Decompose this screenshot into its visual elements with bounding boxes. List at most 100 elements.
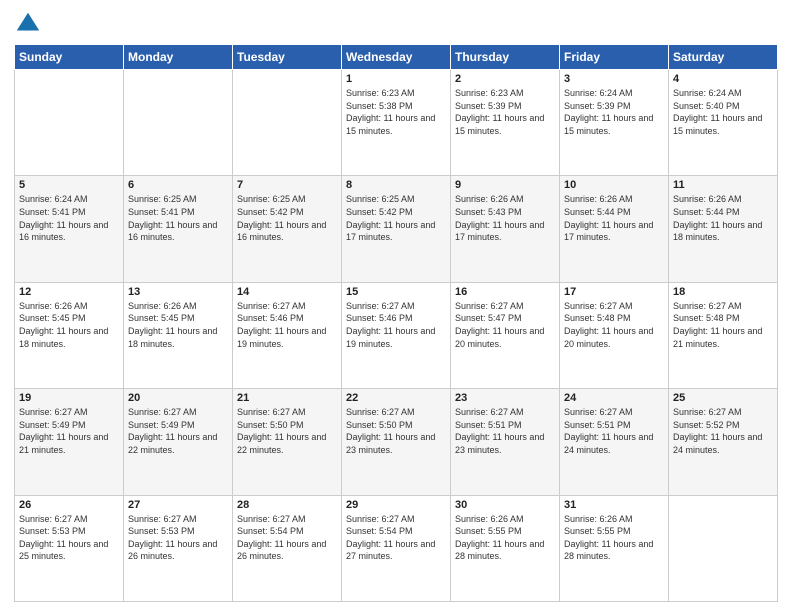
day-info: Sunrise: 6:23 AM Sunset: 5:39 PM Dayligh… (455, 87, 555, 137)
day-number: 6 (128, 179, 228, 191)
day-info: Sunrise: 6:24 AM Sunset: 5:41 PM Dayligh… (19, 193, 119, 243)
calendar-cell: 21 Sunrise: 6:27 AM Sunset: 5:50 PM Dayli… (233, 389, 342, 495)
day-info: Sunrise: 6:27 AM Sunset: 5:49 PM Dayligh… (128, 406, 228, 456)
day-number: 2 (455, 73, 555, 85)
day-info: Sunrise: 6:24 AM Sunset: 5:39 PM Dayligh… (564, 87, 664, 137)
calendar-cell: 26 Sunrise: 6:27 AM Sunset: 5:53 PM Dayli… (15, 495, 124, 601)
day-number: 17 (564, 286, 664, 298)
day-info: Sunrise: 6:25 AM Sunset: 5:42 PM Dayligh… (237, 193, 337, 243)
day-info: Sunrise: 6:27 AM Sunset: 5:51 PM Dayligh… (455, 406, 555, 456)
page: SundayMondayTuesdayWednesdayThursdayFrid… (0, 0, 792, 612)
calendar-week-3: 12 Sunrise: 6:26 AM Sunset: 5:45 PM Dayli… (15, 282, 778, 388)
calendar-cell: 6 Sunrise: 6:25 AM Sunset: 5:41 PM Daylig… (124, 176, 233, 282)
day-info: Sunrise: 6:25 AM Sunset: 5:41 PM Dayligh… (128, 193, 228, 243)
weekday-header-thursday: Thursday (451, 45, 560, 70)
day-info: Sunrise: 6:27 AM Sunset: 5:46 PM Dayligh… (237, 300, 337, 350)
calendar-table: SundayMondayTuesdayWednesdayThursdayFrid… (14, 44, 778, 602)
weekday-header-sunday: Sunday (15, 45, 124, 70)
calendar-cell (669, 495, 778, 601)
calendar-cell: 8 Sunrise: 6:25 AM Sunset: 5:42 PM Daylig… (342, 176, 451, 282)
day-info: Sunrise: 6:27 AM Sunset: 5:51 PM Dayligh… (564, 406, 664, 456)
day-number: 24 (564, 392, 664, 404)
calendar-cell: 15 Sunrise: 6:27 AM Sunset: 5:46 PM Dayli… (342, 282, 451, 388)
day-info: Sunrise: 6:27 AM Sunset: 5:54 PM Dayligh… (237, 513, 337, 563)
day-number: 31 (564, 499, 664, 511)
calendar-cell: 4 Sunrise: 6:24 AM Sunset: 5:40 PM Daylig… (669, 70, 778, 176)
calendar-cell: 7 Sunrise: 6:25 AM Sunset: 5:42 PM Daylig… (233, 176, 342, 282)
calendar-cell: 22Sunrise: 6:27 AM Sunset: 5:50 PM Dayli… (342, 389, 451, 495)
calendar-cell: 2 Sunrise: 6:23 AM Sunset: 5:39 PM Daylig… (451, 70, 560, 176)
weekday-header-wednesday: Wednesday (342, 45, 451, 70)
day-number: 26 (19, 499, 119, 511)
day-info: Sunrise: 6:26 AM Sunset: 5:55 PM Dayligh… (455, 513, 555, 563)
day-number: 19 (19, 392, 119, 404)
calendar-week-4: 19 Sunrise: 6:27 AM Sunset: 5:49 PM Dayli… (15, 389, 778, 495)
weekday-header-row: SundayMondayTuesdayWednesdayThursdayFrid… (15, 45, 778, 70)
day-number: 12 (19, 286, 119, 298)
calendar-cell: 29 Sunrise: 6:27 AM Sunset: 5:54 PM Dayli… (342, 495, 451, 601)
day-info: Sunrise: 6:27 AM Sunset: 5:47 PM Dayligh… (455, 300, 555, 350)
day-info: Sunrise: 6:27 AM Sunset: 5:48 PM Dayligh… (673, 300, 773, 350)
calendar-cell: 12 Sunrise: 6:26 AM Sunset: 5:45 PM Dayli… (15, 282, 124, 388)
day-number: 16 (455, 286, 555, 298)
day-number: 25 (673, 392, 773, 404)
day-info: Sunrise: 6:27 AM Sunset: 5:50 PM Dayligh… (237, 406, 337, 456)
day-number: 4 (673, 73, 773, 85)
calendar-cell: 11Sunrise: 6:26 AM Sunset: 5:44 PM Dayli… (669, 176, 778, 282)
day-number: 29 (346, 499, 446, 511)
calendar-cell: 1Sunrise: 6:23 AM Sunset: 5:38 PM Daylig… (342, 70, 451, 176)
calendar-cell: 23 Sunrise: 6:27 AM Sunset: 5:51 PM Dayli… (451, 389, 560, 495)
calendar-cell: 19 Sunrise: 6:27 AM Sunset: 5:49 PM Dayli… (15, 389, 124, 495)
calendar-cell: 14Sunrise: 6:27 AM Sunset: 5:46 PM Dayli… (233, 282, 342, 388)
day-number: 1 (346, 73, 446, 85)
day-info: Sunrise: 6:26 AM Sunset: 5:45 PM Dayligh… (19, 300, 119, 350)
day-info: Sunrise: 6:27 AM Sunset: 5:54 PM Dayligh… (346, 513, 446, 563)
calendar-week-5: 26 Sunrise: 6:27 AM Sunset: 5:53 PM Dayli… (15, 495, 778, 601)
calendar-cell: 17 Sunrise: 6:27 AM Sunset: 5:48 PM Dayli… (560, 282, 669, 388)
day-number: 7 (237, 179, 337, 191)
day-info: Sunrise: 6:27 AM Sunset: 5:52 PM Dayligh… (673, 406, 773, 456)
day-number: 21 (237, 392, 337, 404)
day-number: 15 (346, 286, 446, 298)
logo-icon (14, 10, 42, 38)
calendar-cell (233, 70, 342, 176)
day-number: 3 (564, 73, 664, 85)
calendar-cell: 27 Sunrise: 6:27 AM Sunset: 5:53 PM Dayli… (124, 495, 233, 601)
logo (14, 10, 46, 38)
calendar-cell: 28 Sunrise: 6:27 AM Sunset: 5:54 PM Dayli… (233, 495, 342, 601)
day-info: Sunrise: 6:27 AM Sunset: 5:53 PM Dayligh… (19, 513, 119, 563)
day-info: Sunrise: 6:26 AM Sunset: 5:45 PM Dayligh… (128, 300, 228, 350)
calendar-cell: 30Sunrise: 6:26 AM Sunset: 5:55 PM Dayli… (451, 495, 560, 601)
day-number: 23 (455, 392, 555, 404)
day-info: Sunrise: 6:26 AM Sunset: 5:44 PM Dayligh… (564, 193, 664, 243)
day-info: Sunrise: 6:26 AM Sunset: 5:55 PM Dayligh… (564, 513, 664, 563)
day-number: 9 (455, 179, 555, 191)
day-number: 18 (673, 286, 773, 298)
day-number: 8 (346, 179, 446, 191)
calendar-cell (15, 70, 124, 176)
calendar-cell (124, 70, 233, 176)
day-number: 22 (346, 392, 446, 404)
day-number: 20 (128, 392, 228, 404)
header (14, 10, 778, 38)
calendar-cell: 20 Sunrise: 6:27 AM Sunset: 5:49 PM Dayli… (124, 389, 233, 495)
weekday-header-saturday: Saturday (669, 45, 778, 70)
calendar-cell: 5Sunrise: 6:24 AM Sunset: 5:41 PM Daylig… (15, 176, 124, 282)
day-info: Sunrise: 6:27 AM Sunset: 5:49 PM Dayligh… (19, 406, 119, 456)
day-info: Sunrise: 6:24 AM Sunset: 5:40 PM Dayligh… (673, 87, 773, 137)
day-info: Sunrise: 6:27 AM Sunset: 5:53 PM Dayligh… (128, 513, 228, 563)
calendar-week-2: 5Sunrise: 6:24 AM Sunset: 5:41 PM Daylig… (15, 176, 778, 282)
calendar-cell: 9Sunrise: 6:26 AM Sunset: 5:43 PM Daylig… (451, 176, 560, 282)
day-info: Sunrise: 6:27 AM Sunset: 5:46 PM Dayligh… (346, 300, 446, 350)
calendar-cell: 18 Sunrise: 6:27 AM Sunset: 5:48 PM Dayli… (669, 282, 778, 388)
calendar-cell: 31 Sunrise: 6:26 AM Sunset: 5:55 PM Dayli… (560, 495, 669, 601)
day-number: 28 (237, 499, 337, 511)
day-info: Sunrise: 6:25 AM Sunset: 5:42 PM Dayligh… (346, 193, 446, 243)
calendar-cell: 16 Sunrise: 6:27 AM Sunset: 5:47 PM Dayli… (451, 282, 560, 388)
weekday-header-tuesday: Tuesday (233, 45, 342, 70)
day-info: Sunrise: 6:27 AM Sunset: 5:48 PM Dayligh… (564, 300, 664, 350)
weekday-header-monday: Monday (124, 45, 233, 70)
day-number: 10 (564, 179, 664, 191)
day-number: 27 (128, 499, 228, 511)
day-number: 11 (673, 179, 773, 191)
